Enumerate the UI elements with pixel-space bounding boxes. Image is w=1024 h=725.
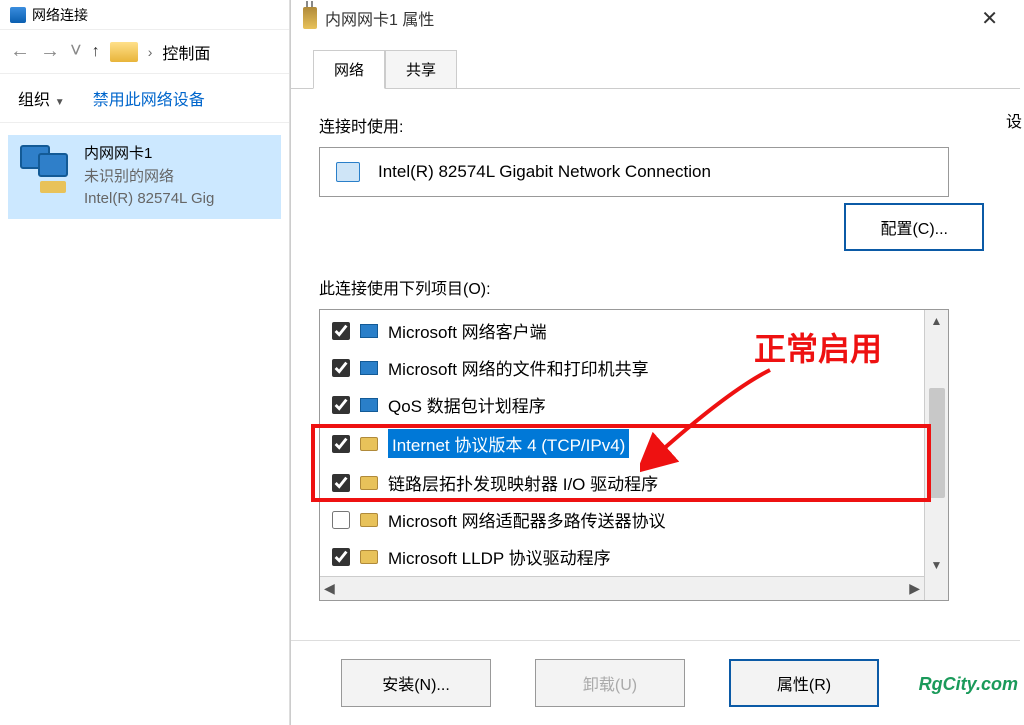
item-label: Microsoft 网络的文件和打印机共享: [388, 355, 649, 380]
dialog-button-row: 安装(N)... 卸载(U) 属性(R): [291, 640, 1020, 725]
breadcrumb-separator-icon: ›: [148, 44, 153, 60]
folder-icon: [110, 42, 138, 62]
dialog-titlebar: 内网网卡1 属性 ✕: [291, 0, 1020, 36]
item-checkbox[interactable]: [332, 322, 350, 340]
monitor-icon: [360, 361, 378, 375]
item-label: Microsoft 网络适配器多路传送器协议: [388, 507, 666, 532]
list-item[interactable]: Internet 协议版本 4 (TCP/IPv4): [320, 423, 924, 464]
organize-button[interactable]: 组织 ▼: [18, 86, 65, 110]
item-checkbox[interactable]: [332, 474, 350, 492]
scroll-thumb[interactable]: [929, 388, 945, 498]
adapter-text: 内网网卡1 未识别的网络 Intel(R) 82574L Gig: [84, 143, 214, 211]
install-button[interactable]: 安装(N)...: [341, 659, 491, 707]
horizontal-scrollbar[interactable]: ◀ ▶: [320, 576, 924, 600]
bg-toolbar: 组织 ▼ 禁用此网络设备: [0, 74, 289, 123]
item-checkbox[interactable]: [332, 511, 350, 529]
dropdown-arrow-icon[interactable]: ˅: [70, 40, 82, 63]
configure-button[interactable]: 配置(C)...: [844, 203, 984, 251]
scroll-up-icon[interactable]: ▲: [931, 314, 943, 328]
list-item[interactable]: Microsoft LLDP 协议驱动程序: [320, 538, 924, 575]
adapter-status: 未识别的网络: [84, 166, 214, 189]
item-label: Microsoft 网络客户端: [388, 318, 547, 343]
item-label: 链路层拓扑发现映射器 I/O 驱动程序: [388, 470, 658, 495]
item-label: Microsoft LLDP 协议驱动程序: [388, 544, 611, 569]
nic-icon: [336, 162, 360, 182]
dialog-title: 内网网卡1 属性: [325, 6, 434, 30]
list-item[interactable]: Microsoft 网络适配器多路传送器协议: [320, 501, 924, 538]
list-item[interactable]: QoS 数据包计划程序: [320, 386, 924, 423]
scroll-left-icon[interactable]: ◀: [324, 580, 335, 597]
connect-using-label: 连接时使用:: [319, 113, 992, 137]
item-checkbox[interactable]: [332, 435, 350, 453]
up-arrow-icon[interactable]: ↑: [92, 43, 100, 61]
dialog-body: 连接时使用: Intel(R) 82574L Gigabit Network C…: [291, 89, 1020, 601]
back-arrow-icon[interactable]: ←: [10, 40, 30, 63]
monitor-icon: [360, 398, 378, 412]
item-label: QoS 数据包计划程序: [388, 392, 546, 417]
nav-bar: ← → ˅ ↑ › 控制面: [0, 30, 289, 74]
uninstall-button: 卸载(U): [535, 659, 685, 707]
item-checkbox[interactable]: [332, 359, 350, 377]
forward-arrow-icon: →: [40, 40, 60, 63]
adapter-item[interactable]: 内网网卡1 未识别的网络 Intel(R) 82574L Gig: [8, 135, 281, 219]
truncated-text: 设: [1006, 108, 1022, 132]
list-item[interactable]: Microsoft 网络客户端: [320, 312, 924, 349]
adapter-icon: [16, 143, 74, 195]
adapter-name: 内网网卡1: [84, 143, 214, 166]
properties-dialog: 内网网卡1 属性 ✕ 网络 共享 连接时使用: Intel(R) 82574L …: [290, 0, 1020, 725]
monitor-icon: [360, 324, 378, 338]
list-item[interactable]: 链路层拓扑发现映射器 I/O 驱动程序: [320, 464, 924, 501]
close-button[interactable]: ✕: [971, 2, 1008, 35]
watermark: RgCity.com: [919, 674, 1018, 695]
protocol-icon: [360, 437, 378, 451]
properties-button[interactable]: 属性(R): [729, 659, 879, 707]
network-connections-window: 网络连接 ← → ˅ ↑ › 控制面 组织 ▼ 禁用此网络设备 内网网卡1 未识…: [0, 0, 290, 725]
tab-strip: 网络 共享: [291, 36, 1020, 89]
item-checkbox[interactable]: [332, 548, 350, 566]
items-label: 此连接使用下列项目(O):: [319, 275, 992, 299]
vertical-scrollbar[interactable]: ▲ ▼: [924, 310, 948, 600]
items-list[interactable]: Microsoft 网络客户端 Microsoft 网络的文件和打印机共享 QoS …: [320, 310, 924, 600]
item-checkbox[interactable]: [332, 396, 350, 414]
protocol-icon: [360, 476, 378, 490]
scroll-down-icon[interactable]: ▼: [931, 558, 943, 572]
scroll-right-icon[interactable]: ▶: [909, 580, 920, 597]
tab-sharing[interactable]: 共享: [385, 50, 457, 88]
protocol-icon: [360, 550, 378, 564]
protocol-icon: [360, 513, 378, 527]
bg-titlebar: 网络连接: [0, 0, 289, 30]
tab-network[interactable]: 网络: [313, 50, 385, 89]
item-label: Internet 协议版本 4 (TCP/IPv4): [388, 429, 629, 458]
list-item[interactable]: Microsoft 网络的文件和打印机共享: [320, 349, 924, 386]
bg-title-text: 网络连接: [32, 5, 88, 25]
adapter-device: Intel(R) 82574L Gig: [84, 188, 214, 211]
plug-icon: [303, 7, 317, 29]
breadcrumb-text[interactable]: 控制面: [162, 40, 210, 64]
connect-device-name: Intel(R) 82574L Gigabit Network Connecti…: [378, 162, 711, 182]
items-listbox: Microsoft 网络客户端 Microsoft 网络的文件和打印机共享 QoS …: [319, 309, 949, 601]
network-icon: [10, 7, 26, 23]
disable-device-button[interactable]: 禁用此网络设备: [93, 86, 205, 110]
chevron-down-icon: ▼: [52, 97, 65, 108]
connect-device-box: Intel(R) 82574L Gigabit Network Connecti…: [319, 147, 949, 197]
